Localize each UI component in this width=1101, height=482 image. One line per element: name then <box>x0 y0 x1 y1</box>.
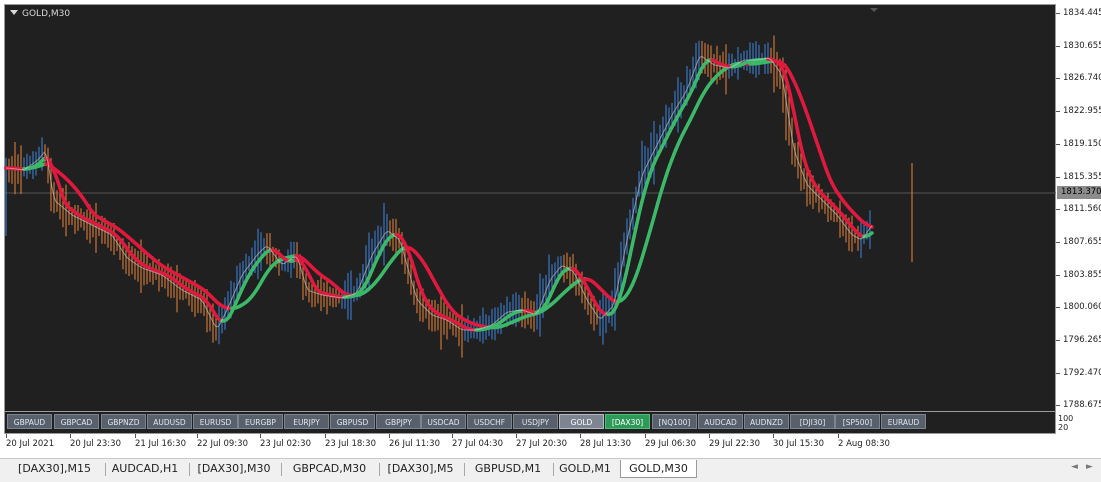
time-tick-label: 22 Jul 09:30 <box>197 439 248 449</box>
slow-moving-average <box>6 61 872 327</box>
chart-tab-dax30m30[interactable]: [DAX30],M30 <box>189 460 279 478</box>
chart-tab-goldm30[interactable]: GOLD,M30 <box>620 460 697 478</box>
symbol-button-dji30[interactable]: [DJI30] <box>790 414 835 429</box>
tab-scroll-left-icon[interactable]: ◄ <box>1071 462 1078 472</box>
chart-shift-marker-icon <box>870 8 878 12</box>
symbol-button-gold[interactable]: GOLD <box>559 414 604 429</box>
time-tick-label: 26 Jul 11:30 <box>389 439 440 449</box>
time-tick-label: 30 Jul 15:30 <box>773 439 824 449</box>
time-tick-label: 28 Jul 13:30 <box>580 439 631 449</box>
price-tick-mark <box>1056 209 1060 210</box>
symbol-button-audcad[interactable]: AUDCAD <box>698 414 743 429</box>
symbol-button-eurgbp[interactable]: EURGBP <box>238 414 283 429</box>
current-price-label: 1813.370 <box>1057 186 1101 199</box>
time-axis[interactable]: 20 Jul 2021 20 Jul 23:30 21 Jul 16:30 22 Ju… <box>0 434 1101 456</box>
time-tick-mark <box>135 434 136 438</box>
symbol-button-euraud[interactable]: EURAUD <box>881 414 926 429</box>
price-tick-label: 1822.955 <box>1063 106 1101 116</box>
chart-tab-dax30m15[interactable]: [DAX30],M15 <box>6 460 103 478</box>
time-tick-mark <box>838 434 839 438</box>
chart-tab-goldm1[interactable]: GOLD,M1 <box>553 460 617 478</box>
symbol-button-usdjpy[interactable]: USDJPY <box>513 414 558 429</box>
price-tick-mark <box>1056 144 1060 145</box>
chart-symbol-label: GOLD,M30 <box>10 9 70 19</box>
price-tick-label: 1834.445 <box>1063 8 1101 18</box>
symbol-button-sp500[interactable]: [SP500] <box>835 414 880 429</box>
symbol-button-eurjpy[interactable]: EURJPY <box>284 414 329 429</box>
time-tick-mark <box>645 434 646 438</box>
time-tick-mark <box>773 434 774 438</box>
price-tick-mark <box>1056 46 1060 47</box>
price-tick-mark <box>1056 405 1060 406</box>
symbol-button-usdcad[interactable]: USDCAD <box>421 414 466 429</box>
chart-window: GOLD,M30 1834.445 1830.655 1826.740 1822.95… <box>0 0 1101 458</box>
moving-average-segment <box>870 233 872 234</box>
chart-tab-gbpcadm30[interactable]: GBPCAD,M30 <box>282 460 377 478</box>
symbol-switch-panel: GBPAUDGBPCADGBPNZDAUDUSDEURUSDEURGBPEURJ… <box>4 412 1056 434</box>
price-tick-label: 1815.355 <box>1063 172 1101 182</box>
chart-tab-audcadh1[interactable]: AUDCAD,H1 <box>103 460 187 478</box>
price-tick-label: 1807.655 <box>1063 237 1101 247</box>
price-tick-label: 1830.655 <box>1063 41 1101 51</box>
chart-tab-bar: ◄ ► [DAX30],M15AUDCAD,H1[DAX30],M30GBPCA… <box>0 458 1101 482</box>
time-tick-label: 2 Aug 08:30 <box>838 439 890 449</box>
price-tick-mark <box>1056 307 1060 308</box>
time-tick-label: 23 Jul 18:30 <box>325 439 376 449</box>
time-tick-mark <box>325 434 326 438</box>
symbol-button-gbpcad[interactable]: GBPCAD <box>54 414 99 429</box>
time-tick-mark <box>70 434 71 438</box>
price-tick-label: 1800.060 <box>1063 302 1101 312</box>
chart-menu-triangle-icon[interactable] <box>10 10 18 15</box>
price-tick-mark <box>1056 242 1060 243</box>
price-tick-mark <box>1056 177 1060 178</box>
time-tick-mark <box>197 434 198 438</box>
tab-scroll-right-icon[interactable]: ► <box>1086 462 1093 472</box>
chart-tab-gbpusdm1[interactable]: GBPUSD,M1 <box>465 460 551 478</box>
time-tick-mark <box>260 434 261 438</box>
price-tick-label: 1826.740 <box>1063 73 1101 83</box>
candlestick-bars <box>6 36 870 358</box>
price-tick-label: 1796.265 <box>1063 335 1101 345</box>
time-tick-mark <box>452 434 453 438</box>
price-tick-mark <box>1056 340 1060 341</box>
chart-canvas[interactable] <box>0 0 1101 458</box>
price-tick-mark <box>1056 373 1060 374</box>
time-tick-label: 29 Jul 22:30 <box>709 439 760 449</box>
time-tick-mark <box>6 434 7 438</box>
symbol-button-audusd[interactable]: AUDUSD <box>147 414 192 429</box>
chart-tab-dax30m5[interactable]: [DAX30],M5 <box>379 460 462 478</box>
time-tick-mark <box>709 434 710 438</box>
price-tick-label: 1788.675 <box>1063 400 1101 410</box>
symbol-button-gbpnzd[interactable]: GBPNZD <box>101 414 146 429</box>
time-tick-label: 20 Jul 2021 <box>6 439 54 449</box>
symbol-button-audnzd[interactable]: AUDNZD <box>744 414 789 429</box>
price-tick-label: 1811.560 <box>1063 204 1101 214</box>
symbol-button-nq100[interactable]: [NQ100] <box>652 414 697 429</box>
price-tick-label: 1819.150 <box>1063 139 1101 149</box>
price-tick-mark <box>1056 275 1060 276</box>
time-tick-label: 21 Jul 16:30 <box>135 439 186 449</box>
time-tick-label: 29 Jul 06:30 <box>645 439 696 449</box>
symbol-button-gbpjpy[interactable]: GBPJPY <box>376 414 421 429</box>
time-tick-mark <box>516 434 517 438</box>
time-tick-label: 27 Jul 20:30 <box>516 439 567 449</box>
price-tick-mark <box>1056 13 1060 14</box>
symbol-button-eurusd[interactable]: EURUSD <box>193 414 238 429</box>
symbol-button-usdchf[interactable]: USDCHF <box>467 414 512 429</box>
price-tick-label: 1792.470 <box>1063 368 1101 378</box>
price-tick-mark <box>1056 78 1060 79</box>
indicator-scale-top: 100 <box>1058 414 1073 423</box>
indicator-scale-bottom: 20 <box>1058 423 1068 432</box>
time-tick-label: 20 Jul 23:30 <box>70 439 121 449</box>
symbol-button-gbpusd[interactable]: GBPUSD <box>330 414 375 429</box>
price-tick-mark <box>1056 111 1060 112</box>
symbol-button-gbpaud[interactable]: GBPAUD <box>7 414 52 429</box>
symbol-button-dax30[interactable]: [DAX30] <box>605 414 650 429</box>
time-tick-label: 27 Jul 04:30 <box>452 439 503 449</box>
time-tick-label: 23 Jul 02:30 <box>260 439 311 449</box>
price-tick-label: 1803.855 <box>1063 270 1101 280</box>
time-tick-mark <box>389 434 390 438</box>
time-tick-mark <box>580 434 581 438</box>
